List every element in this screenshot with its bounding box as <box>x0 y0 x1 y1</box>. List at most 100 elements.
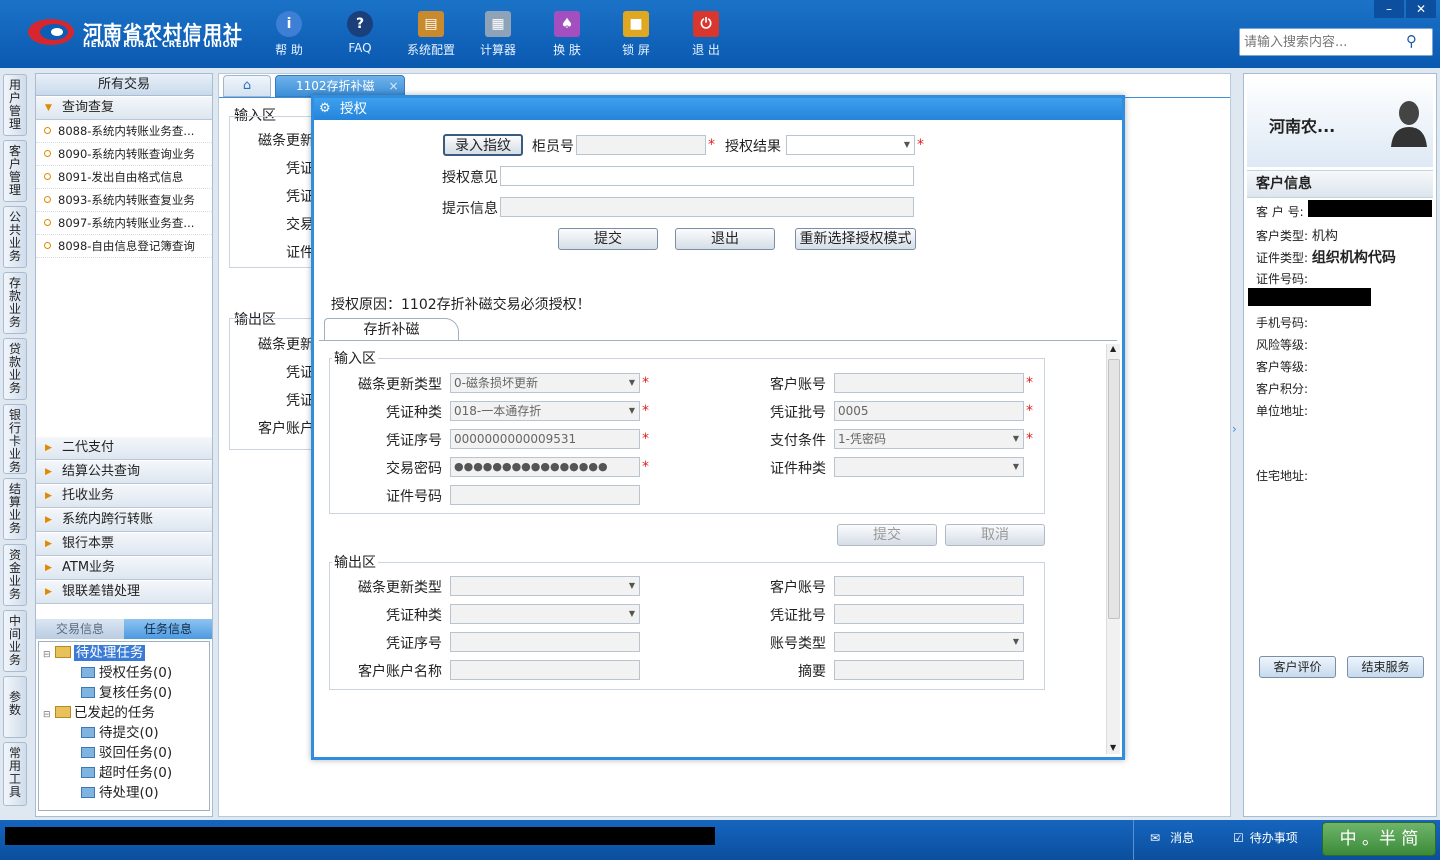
close-window-button[interactable]: ✕ <box>1406 0 1436 18</box>
voucher-seq-input[interactable]: 0000000000009531 <box>450 429 640 449</box>
faq-button[interactable]: ? FAQ <box>329 8 391 64</box>
dropdown-arrow-icon: ▼ <box>903 140 910 149</box>
calculator-button[interactable]: ▦ 计算器 <box>467 8 529 64</box>
section-submit-button[interactable]: 提交 <box>837 524 937 546</box>
vtab-user-management[interactable]: 用户管理 <box>3 74 27 136</box>
todo-button[interactable]: ☑ 待办事项 <box>1233 829 1298 846</box>
out-cust-account-field <box>834 576 1024 596</box>
search-input[interactable] <box>1240 29 1400 55</box>
task-tree: ⊟ 待处理任务 授权任务(0) 复核任务(0) ⊟ 已发起的任务 待提交(0) … <box>38 641 210 811</box>
vtab-intermediate[interactable]: 中间业务 <box>3 610 27 672</box>
list-item[interactable]: 8093-系统内转账查复业务 <box>36 189 212 212</box>
vtab-deposit[interactable]: 存款业务 <box>3 272 27 334</box>
trade-password-input[interactable]: ●●●●●●●●●●●●●●●● <box>450 457 640 477</box>
bg-label: 凭证 <box>286 393 314 409</box>
pay-condition-select[interactable]: 1-凭密码 ▼ <box>834 429 1024 449</box>
system-config-button[interactable]: ▤ 系统配置 <box>400 8 462 64</box>
pay-condition-label: 支付条件 <box>770 433 826 449</box>
lock-screen-button[interactable]: ■ 锁 屏 <box>605 8 667 64</box>
id-number-label: 证件号码 <box>386 489 442 505</box>
minimize-button[interactable]: – <box>1374 0 1404 18</box>
tree-node[interactable]: 驳回任务(0) <box>81 743 172 763</box>
messages-button[interactable]: ✉ 消息 <box>1150 829 1194 846</box>
voucher-type-select[interactable]: 018-一本通存折 ▼ <box>450 401 640 421</box>
category-item[interactable]: ▶ 银行本票 <box>36 532 212 556</box>
required-icon: * <box>642 431 649 447</box>
out-magstripe-type-label: 磁条更新类型 <box>358 580 442 596</box>
tree-node[interactable]: 复核任务(0) <box>81 683 172 703</box>
auth-result-select[interactable]: ▼ <box>786 135 915 155</box>
scroll-up-icon[interactable]: ▲ <box>1110 344 1116 353</box>
rate-customer-button[interactable]: 客户评价 <box>1259 656 1336 678</box>
category-item[interactable]: ▶ 托收业务 <box>36 484 212 508</box>
category-item[interactable]: ▶ 结算公共查询 <box>36 460 212 484</box>
submit-button[interactable]: 提交 <box>558 228 658 250</box>
vertical-nav: 用户管理 客户管理 公共业务 存款业务 贷款业务 银行卡业务 结算业务 资金业务… <box>0 70 30 820</box>
voucher-batch-input[interactable]: 0005 <box>834 401 1024 421</box>
category-item[interactable]: ▶ ATM业务 <box>36 556 212 580</box>
vtab-params[interactable]: 参数 <box>3 676 27 738</box>
category-item[interactable]: ▶ 二代支付 <box>36 436 212 460</box>
tree-node[interactable]: 授权任务(0) <box>81 663 172 683</box>
list-item[interactable]: 8088-系统内转账业务查... <box>36 120 212 143</box>
triangle-right-icon: ▶ <box>45 587 52 597</box>
auth-opinion-input[interactable] <box>500 166 914 186</box>
reselect-mode-button[interactable]: 重新选择授权模式 <box>795 228 916 250</box>
dropdown-arrow-icon: ▼ <box>628 406 635 415</box>
tab-transaction-info[interactable]: 交易信息 <box>36 619 124 639</box>
ime-indicator[interactable]: 中 。半 简 <box>1322 822 1436 856</box>
tree-node[interactable]: 待提交(0) <box>81 723 159 743</box>
tab-passbook-magstripe-inner[interactable]: 存折补磁 <box>324 318 459 340</box>
vtab-bank-card[interactable]: 银行卡业务 <box>3 404 27 474</box>
search-icon[interactable]: ⚲ <box>1406 32 1428 52</box>
scroll-thumb[interactable] <box>1108 359 1120 619</box>
end-service-button[interactable]: 结束服务 <box>1347 656 1424 678</box>
task-icon <box>81 667 95 678</box>
cust-account-label: 客户账号 <box>770 377 826 393</box>
tree-node-pending[interactable]: ⊟ 待处理任务 <box>43 643 146 663</box>
required-icon: * <box>642 375 649 391</box>
tree-node[interactable]: 待处理(0) <box>81 783 159 803</box>
risk-label: 风险等级: <box>1256 338 1309 352</box>
hint-label: 提示信息 <box>442 201 498 217</box>
category-item[interactable]: ▶ 系统内跨行转账 <box>36 508 212 532</box>
vtab-tools[interactable]: 常用工具 <box>3 742 27 806</box>
vtab-fund[interactable]: 资金业务 <box>3 544 27 606</box>
category-query[interactable]: ▼ 查询查复 <box>36 96 212 120</box>
tree-node-initiated[interactable]: ⊟ 已发起的任务 <box>43 703 155 723</box>
skin-button[interactable]: ♠ 换 肤 <box>536 8 598 64</box>
list-item[interactable]: 8091-发出自由格式信息 <box>36 166 212 189</box>
exit-button[interactable]: ⏻ 退 出 <box>675 8 737 64</box>
vtab-public-business[interactable]: 公共业务 <box>3 206 27 268</box>
tab-task-info[interactable]: 任务信息 <box>124 619 212 639</box>
magstripe-type-select[interactable]: 0-磁条损坏更新 ▼ <box>450 373 640 393</box>
list-item[interactable]: 8090-系统内转账查询业务 <box>36 143 212 166</box>
list-item[interactable]: 8098-自由信息登记簿查询 <box>36 235 212 258</box>
cust-account-input[interactable] <box>834 373 1024 393</box>
list-item[interactable]: 8097-系统内转账业务查... <box>36 212 212 235</box>
close-icon[interactable]: × <box>389 79 399 93</box>
section-cancel-button[interactable]: 取消 <box>945 524 1045 546</box>
home-addr-label: 住宅地址: <box>1256 469 1309 483</box>
vtab-settlement[interactable]: 结算业务 <box>3 478 27 540</box>
scroll-down-icon[interactable]: ▼ <box>1110 743 1116 752</box>
teller-input[interactable] <box>576 135 706 155</box>
vtab-customer-management[interactable]: 客户管理 <box>3 140 27 202</box>
vertical-scrollbar[interactable]: ▲ ▼ <box>1106 344 1120 754</box>
out-voucher-type-select: ▼ <box>450 604 640 624</box>
vtab-loan[interactable]: 贷款业务 <box>3 338 27 400</box>
id-type-select[interactable]: ▼ <box>834 457 1024 477</box>
fingerprint-button[interactable]: 录入指纹 <box>443 134 523 156</box>
id-number-input[interactable] <box>450 485 640 505</box>
tree-node[interactable]: 超时任务(0) <box>81 763 172 783</box>
help-button[interactable]: i帮 助 <box>258 8 320 64</box>
tab-home[interactable]: ⌂ <box>223 75 271 97</box>
bullet-icon <box>44 127 51 134</box>
category-item[interactable]: ▶ 银联差错处理 <box>36 580 212 604</box>
collapse-handle[interactable]: › <box>1232 422 1242 462</box>
out-voucher-batch-label: 凭证批号 <box>770 608 826 624</box>
tab-passbook-magstripe[interactable]: 1102存折补磁 × <box>275 75 405 97</box>
triangle-down-icon: ▼ <box>45 103 52 113</box>
exit-dialog-button[interactable]: 退出 <box>675 228 775 250</box>
level-label: 客户等级: <box>1256 360 1309 374</box>
